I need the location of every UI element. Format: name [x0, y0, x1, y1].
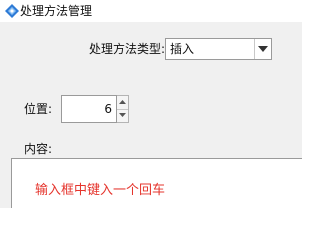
window-title: 处理方法管理: [20, 4, 93, 18]
app-diamond-icon: [5, 4, 19, 18]
position-input[interactable]: 6: [61, 95, 117, 123]
chevron-down-icon: [258, 46, 268, 52]
annotation-text: 输入框中键入一个回车: [35, 183, 166, 198]
position-label: 位置:: [24, 102, 53, 116]
dropdown-button[interactable]: [254, 39, 271, 59]
position-spinner: [117, 95, 129, 123]
position-value: 6: [104, 102, 112, 116]
method-type-label: 处理方法类型:: [89, 42, 166, 56]
method-type-value: 插入: [170, 42, 195, 56]
spin-up-button[interactable]: [117, 96, 128, 110]
arrow-down-icon: [119, 113, 126, 117]
title-bar: 处理方法管理: [0, 0, 302, 22]
method-type-select[interactable]: 插入: [165, 38, 272, 60]
content-label: 内容:: [24, 142, 53, 156]
spin-down-button[interactable]: [117, 109, 128, 122]
arrow-up-icon: [119, 100, 126, 104]
